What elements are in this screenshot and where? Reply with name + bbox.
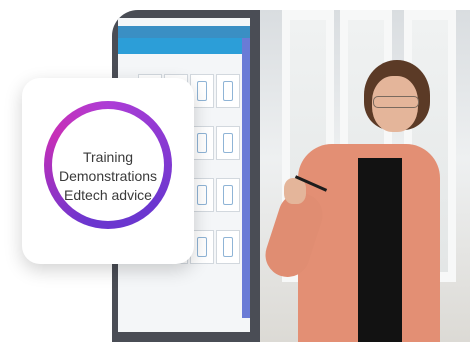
presenter-hand <box>284 178 306 204</box>
presenter <box>259 60 442 342</box>
lesson-panel <box>216 178 240 212</box>
display-tab-bar <box>118 26 250 38</box>
lesson-panel <box>216 74 240 108</box>
services-list: Training Demonstrations Edtech advice <box>22 148 194 205</box>
lesson-panel <box>216 126 240 160</box>
services-card: Training Demonstrations Edtech advice <box>22 78 194 264</box>
lesson-panel <box>216 230 240 264</box>
service-edtech-advice: Edtech advice <box>64 187 152 203</box>
presenter-top <box>358 158 402 342</box>
service-training: Training <box>82 149 134 165</box>
display-header-bar <box>118 38 250 54</box>
glasses <box>373 96 419 108</box>
service-demonstrations: Demonstrations <box>58 168 158 184</box>
display-side-toolbar <box>242 38 250 318</box>
